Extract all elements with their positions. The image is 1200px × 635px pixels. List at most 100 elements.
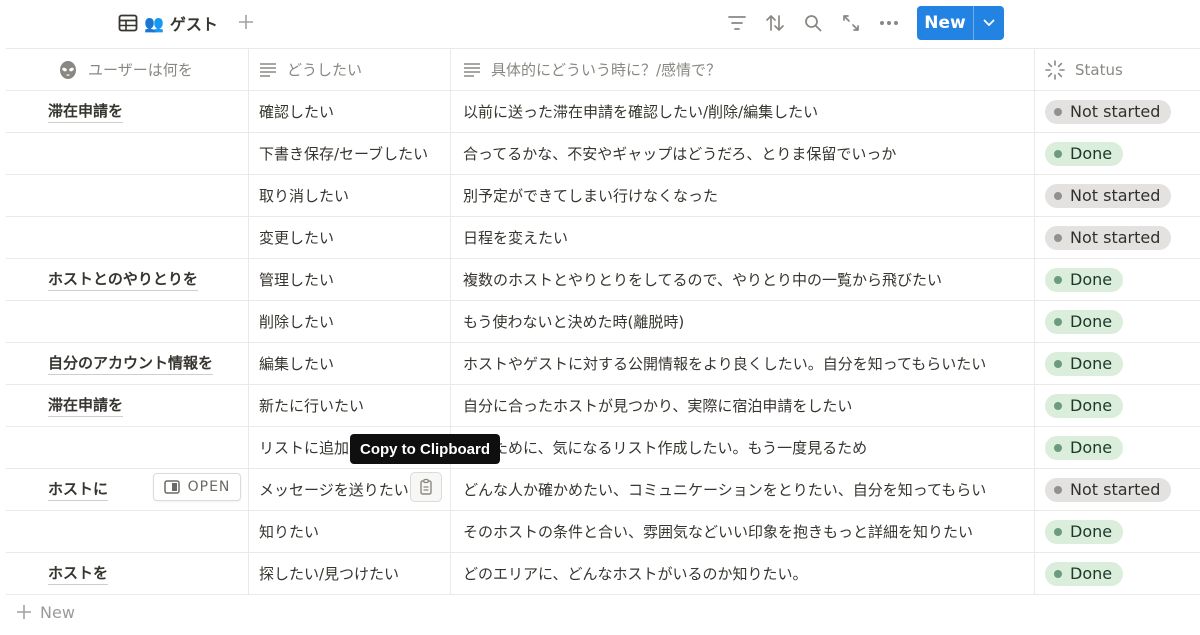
copy-to-clipboard-button[interactable]	[410, 472, 442, 502]
cell-want[interactable]: 確認したい	[248, 91, 450, 132]
cell-detail[interactable]: 日程を変えたい	[450, 217, 1034, 258]
cell-who[interactable]	[6, 511, 248, 552]
column-header-who[interactable]: ユーザーは何を	[6, 49, 248, 90]
search-button[interactable]	[801, 11, 825, 35]
row-title: ホストとのやりとりを	[48, 268, 198, 291]
cell-detail[interactable]: ホストやゲストに対する公開情報をより良くしたい。自分を知ってもらいたい	[450, 343, 1034, 384]
cell-want[interactable]: 探したい/見つけたい	[248, 553, 450, 594]
view-tab[interactable]: 👥 ゲスト	[118, 9, 218, 37]
column-header-status[interactable]: Status	[1034, 49, 1200, 90]
status-badge: Not started	[1045, 183, 1172, 208]
clipboard-icon	[420, 478, 432, 495]
cell-who[interactable]: ホストとのやりとりを	[6, 259, 248, 300]
cell-status[interactable]: Not started	[1034, 469, 1200, 510]
row-title: ホストを	[48, 562, 109, 585]
cell-status[interactable]: Done	[1034, 343, 1200, 384]
cell-want[interactable]: 新たに行いたい	[248, 385, 450, 426]
cell-want[interactable]: 下書き保存/セーブしたい	[248, 133, 450, 174]
cell-detail[interactable]: そのホストの条件と合い、雰囲気などいい印象を抱きもっと詳細を知りたい	[450, 511, 1034, 552]
table-row[interactable]: 下書き保存/セーブしたい 合ってるかな、不安やギャップはどうだろ、とりま保留でいっ…	[6, 133, 1200, 175]
status-dot	[1054, 317, 1062, 326]
cell-detail[interactable]: 別予定ができてしまい行けなくなった	[450, 175, 1034, 216]
status-label: Not started	[1070, 102, 1161, 121]
table-row[interactable]: 滞在申請を 新たに行いたい 自分に合ったホストが見つかり、実際に宿泊申請をしたい Do…	[6, 385, 1200, 427]
database-table: ユーザーは何を どうしたい 具体的にどういう時に？/感情で？ Status 滞在…	[6, 48, 1200, 595]
cell-status[interactable]: Not started	[1034, 175, 1200, 216]
alien-icon	[60, 60, 76, 79]
cell-detail[interactable]: 以前に送った滞在申請を確認したい/削除/編集したい	[450, 91, 1034, 132]
cell-want[interactable]: 変更したい	[248, 217, 450, 258]
cell-detail[interactable]: どのエリアに、どんなホストがいるのか知りたい。	[450, 553, 1034, 594]
status-badge: Not started	[1045, 225, 1172, 250]
cell-detail[interactable]: どんな人か確かめたい、コミュニケーションをとりたい、自分を知ってもらい	[450, 469, 1034, 510]
cell-want[interactable]: 管理したい	[248, 259, 450, 300]
cell-who[interactable]	[6, 175, 248, 216]
sort-button[interactable]	[763, 11, 787, 35]
sort-icon	[766, 15, 784, 31]
table-row[interactable]: リストに追加 見るために、気になるリスト作成したい。もう一度見るため Done	[6, 427, 1200, 469]
cell-status[interactable]: Not started	[1034, 91, 1200, 132]
cell-status[interactable]: Done	[1034, 301, 1200, 342]
cell-detail[interactable]: 複数のホストとやりとりをしてるので、やりとり中の一覧から飛びたい	[450, 259, 1034, 300]
status-dot	[1054, 401, 1062, 410]
cell-detail[interactable]: 自分に合ったホストが見つかり、実際に宿泊申請をしたい	[450, 385, 1034, 426]
cell-status[interactable]: Done	[1034, 133, 1200, 174]
cell-status[interactable]: Not started	[1034, 217, 1200, 258]
status-label: Not started	[1070, 228, 1161, 247]
expand-button[interactable]	[839, 11, 863, 35]
add-new-row-button[interactable]: New	[16, 600, 75, 624]
filter-button[interactable]	[725, 11, 749, 35]
cell-detail[interactable]: 見るために、気になるリスト作成したい。もう一度見るため	[450, 427, 1034, 468]
cell-want[interactable]: 知りたい	[248, 511, 450, 552]
table-row[interactable]: 知りたい そのホストの条件と合い、雰囲気などいい印象を抱きもっと詳細を知りたい Do…	[6, 511, 1200, 553]
table-row[interactable]: 削除したい もう使わないと決めた時(離脱時) Done	[6, 301, 1200, 343]
status-dot	[1054, 527, 1062, 536]
status-badge: Done	[1045, 561, 1124, 586]
status-label: Not started	[1070, 480, 1161, 499]
cell-detail[interactable]: もう使わないと決めた時(離脱時)	[450, 301, 1034, 342]
table-row[interactable]: 取り消したい 別予定ができてしまい行けなくなった Not started	[6, 175, 1200, 217]
table-row[interactable]: 滞在申請を 確認したい 以前に送った滞在申請を確認したい/削除/編集したい Not s…	[6, 91, 1200, 133]
column-header-want[interactable]: どうしたい	[248, 49, 450, 90]
more-options-button[interactable]	[877, 11, 901, 35]
status-label: Done	[1070, 564, 1113, 583]
status-dot	[1054, 233, 1062, 242]
column-header-detail[interactable]: 具体的にどういう時に？/感情で？	[450, 49, 1034, 90]
cell-status[interactable]: Done	[1034, 511, 1200, 552]
cell-who[interactable]: 滞在申請を	[6, 385, 248, 426]
table-row[interactable]: 自分のアカウント情報を 編集したい ホストやゲストに対する公開情報をより良くしたい。…	[6, 343, 1200, 385]
status-badge: Done	[1045, 141, 1124, 166]
cell-detail[interactable]: 合ってるかな、不安やギャップはどうだろ、とりま保留でいっか	[450, 133, 1034, 174]
view-name: ゲスト	[169, 15, 218, 34]
open-page-button[interactable]: OPEN	[153, 473, 241, 501]
cell-who[interactable]	[6, 217, 248, 258]
table-row[interactable]: 変更したい 日程を変えたい Not started	[6, 217, 1200, 259]
new-dropdown-button[interactable]	[974, 6, 1004, 40]
status-dot	[1054, 149, 1062, 158]
cell-status[interactable]: Done	[1034, 427, 1200, 468]
cell-status[interactable]: Done	[1034, 385, 1200, 426]
table-row[interactable]: ホストを 探したい/見つけたい どのエリアに、どんなホストがいるのか知りたい。 Don…	[6, 553, 1200, 595]
table-row[interactable]: ホストとのやりとりを 管理したい 複数のホストとやりとりをしてるので、やりとり中の一…	[6, 259, 1200, 301]
status-dot	[1054, 107, 1062, 116]
cell-who[interactable]: 自分のアカウント情報を	[6, 343, 248, 384]
status-badge: Not started	[1045, 99, 1172, 124]
status-label: Done	[1070, 522, 1113, 541]
cell-who[interactable]: 滞在申請を	[6, 91, 248, 132]
cell-who[interactable]	[6, 427, 248, 468]
cell-who[interactable]	[6, 133, 248, 174]
cell-want[interactable]: 編集したい	[248, 343, 450, 384]
cell-want[interactable]: 取り消したい	[248, 175, 450, 216]
cell-want[interactable]: 削除したい	[248, 301, 450, 342]
cell-who[interactable]: ホストを	[6, 553, 248, 594]
status-badge: Done	[1045, 393, 1124, 418]
add-view-button[interactable]	[234, 10, 258, 34]
status-label: Done	[1070, 354, 1113, 373]
chevron-down-icon	[983, 19, 995, 26]
status-badge: Done	[1045, 309, 1124, 334]
cell-status[interactable]: Done	[1034, 259, 1200, 300]
cell-status[interactable]: Done	[1034, 553, 1200, 594]
new-record-button[interactable]: New	[917, 6, 973, 40]
cell-who[interactable]	[6, 301, 248, 342]
status-dot	[1054, 485, 1062, 494]
